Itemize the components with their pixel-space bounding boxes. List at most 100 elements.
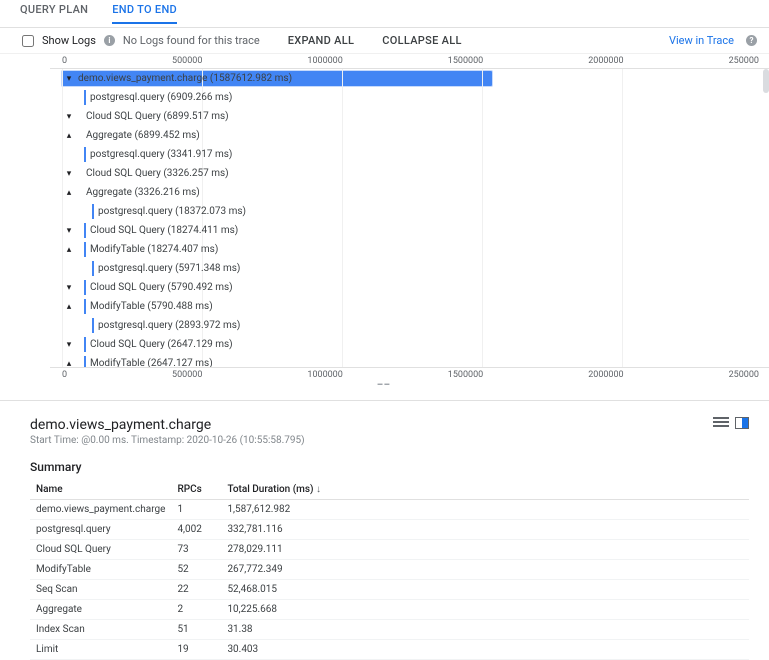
span-detail-panel: demo.views_payment.charge Start Time: @0…: [0, 400, 769, 660]
span-tick: [84, 299, 86, 314]
no-logs-text: No Logs found for this trace: [123, 34, 260, 47]
span-row[interactable]: ▾ Cloud SQL Query (6899.517 ms): [62, 107, 769, 126]
view-in-trace-link[interactable]: View in Trace: [669, 34, 734, 47]
split-view-icon[interactable]: [735, 417, 749, 429]
span-tick: [84, 242, 86, 257]
chevron-down-icon[interactable]: ▾: [62, 74, 76, 84]
cell-duration: 1,587,612.982: [221, 500, 749, 520]
span-row[interactable]: ▾Cloud SQL Query (3326.257 ms): [62, 164, 769, 183]
span-row[interactable]: ▴ ModifyTable (5790.488 ms): [62, 297, 769, 316]
span-row[interactable]: postgresql.query (18372.073 ms): [62, 202, 769, 221]
cell-rpcs: 73: [171, 540, 221, 560]
span-label: ModifyTable (18274.407 ms): [88, 244, 218, 255]
tab-end-to-end[interactable]: END TO END: [112, 3, 177, 24]
span-label: demo.views_payment.charge (1587612.982 m…: [76, 73, 292, 84]
show-logs-checkbox[interactable]: [22, 35, 34, 47]
cell-name: demo.views_payment.charge: [30, 500, 171, 520]
axis-tick: 1000000: [307, 370, 342, 380]
timeline-axis-bottom: 0 500000 1000000 1500000 2000000 250000: [0, 368, 769, 382]
chevron-down-icon[interactable]: ▾: [62, 226, 76, 236]
span-label: postgresql.query (5971.348 ms): [96, 263, 240, 274]
axis-tick: 500000: [172, 370, 202, 380]
info-icon[interactable]: i: [104, 35, 115, 46]
span-row[interactable]: postgresql.query (3341.917 ms): [62, 145, 769, 164]
axis-tick: 250000: [729, 370, 759, 380]
summary-heading: Summary: [30, 460, 749, 474]
chevron-down-icon[interactable]: ▾: [62, 283, 76, 293]
table-row[interactable]: ModifyTable52267,772.349: [30, 560, 749, 580]
detail-subtitle: Start Time: @0.00 ms. Timestamp: 2020-10…: [30, 435, 305, 446]
span-row[interactable]: ▾Cloud SQL Query (5790.492 ms): [62, 278, 769, 297]
table-row[interactable]: Seq Scan2252,468.015: [30, 580, 749, 600]
panel-resize-handle[interactable]: ━━: [0, 382, 769, 386]
cell-name: Seq Scan: [30, 580, 171, 600]
span-row[interactable]: ▴Aggregate (3326.216 ms): [62, 183, 769, 202]
cell-name: Limit: [30, 640, 171, 660]
span-tick: [84, 280, 86, 295]
axis-tick: 2000000: [588, 370, 623, 380]
show-logs-label: Show Logs: [42, 34, 96, 47]
cell-duration: 278,029.111: [221, 540, 749, 560]
span-tick: [84, 337, 86, 352]
axis-tick: 2000000: [588, 56, 623, 66]
table-row[interactable]: Index Scan5131.38: [30, 620, 749, 640]
span-row[interactable]: ▾Cloud SQL Query (2647.129 ms): [62, 335, 769, 354]
span-row[interactable]: ▾demo.views_payment.charge (1587612.982 …: [62, 69, 769, 88]
axis-tick: 250000: [729, 56, 759, 66]
span-label: postgresql.query (18372.073 ms): [96, 206, 246, 217]
span-label: postgresql.query (6909.266 ms): [88, 92, 232, 103]
span-row[interactable]: postgresql.query (6909.266 ms): [62, 88, 769, 107]
chevron-up-icon[interactable]: ▴: [62, 188, 76, 198]
table-row[interactable]: Cloud SQL Query73278,029.111: [30, 540, 749, 560]
col-rpcs[interactable]: RPCs: [171, 480, 221, 500]
span-row[interactable]: postgresql.query (2893.972 ms): [62, 316, 769, 335]
chevron-up-icon[interactable]: ▴: [62, 131, 76, 141]
trace-waterfall[interactable]: ▾demo.views_payment.charge (1587612.982 …: [50, 68, 769, 368]
span-label: ModifyTable (2647.127 ms): [88, 358, 213, 368]
chevron-down-icon[interactable]: ▾: [62, 112, 76, 122]
chevron-down-icon[interactable]: ▾: [62, 340, 76, 350]
cell-name: Index Scan: [30, 620, 171, 640]
axis-tick: 500000: [172, 56, 202, 66]
table-row[interactable]: postgresql.query4,002332,781.116: [30, 520, 749, 540]
table-row[interactable]: demo.views_payment.charge11,587,612.982: [30, 500, 749, 520]
span-tick: [84, 356, 86, 368]
cell-duration: 30.403: [221, 640, 749, 660]
span-tick: [92, 318, 94, 333]
cell-duration: 267,772.349: [221, 560, 749, 580]
chevron-up-icon[interactable]: ▴: [62, 245, 76, 255]
axis-tick: 1500000: [448, 56, 483, 66]
chevron-down-icon[interactable]: ▾: [62, 169, 76, 179]
chevron-up-icon[interactable]: ▴: [62, 302, 76, 312]
cell-rpcs: 51: [171, 620, 221, 640]
span-row[interactable]: ▾ Cloud SQL Query (18274.411 ms): [62, 221, 769, 240]
chevron-up-icon[interactable]: ▴: [62, 359, 76, 369]
cell-duration: 10,225.668: [221, 600, 749, 620]
cell-duration: 52,468.015: [221, 580, 749, 600]
span-row[interactable]: ▴ Aggregate (6899.452 ms): [62, 126, 769, 145]
info-icon[interactable]: ?: [746, 35, 757, 46]
col-duration[interactable]: Total Duration (ms): [221, 480, 749, 500]
tab-query-plan[interactable]: QUERY PLAN: [20, 3, 88, 24]
timeline-axis-top: 0 500000 1000000 1500000 2000000 250000: [0, 54, 769, 68]
collapse-all-button[interactable]: COLLAPSE ALL: [382, 34, 461, 47]
span-row[interactable]: ▴ ModifyTable (18274.407 ms): [62, 240, 769, 259]
axis-tick: 1000000: [307, 56, 342, 66]
span-row[interactable]: postgresql.query (5971.348 ms): [62, 259, 769, 278]
span-row[interactable]: ▴ ModifyTable (2647.127 ms): [62, 354, 769, 368]
span-label: postgresql.query (2893.972 ms): [96, 320, 240, 331]
span-tick: [84, 223, 86, 238]
span-label: ModifyTable (5790.488 ms): [88, 301, 213, 312]
span-tick: [84, 90, 86, 105]
cell-rpcs: 52: [171, 560, 221, 580]
col-name[interactable]: Name: [30, 480, 171, 500]
cell-name: Cloud SQL Query: [30, 540, 171, 560]
list-view-icon[interactable]: [713, 417, 729, 429]
expand-all-button[interactable]: EXPAND ALL: [288, 34, 355, 47]
table-row[interactable]: Aggregate210,225.668: [30, 600, 749, 620]
span-label: Cloud SQL Query (18274.411 ms): [88, 225, 238, 236]
table-row[interactable]: Limit1930.403: [30, 640, 749, 660]
span-label: Aggregate (6899.452 ms): [84, 130, 200, 141]
cell-rpcs: 4,002: [171, 520, 221, 540]
span-label: Cloud SQL Query (6899.517 ms): [84, 111, 229, 122]
